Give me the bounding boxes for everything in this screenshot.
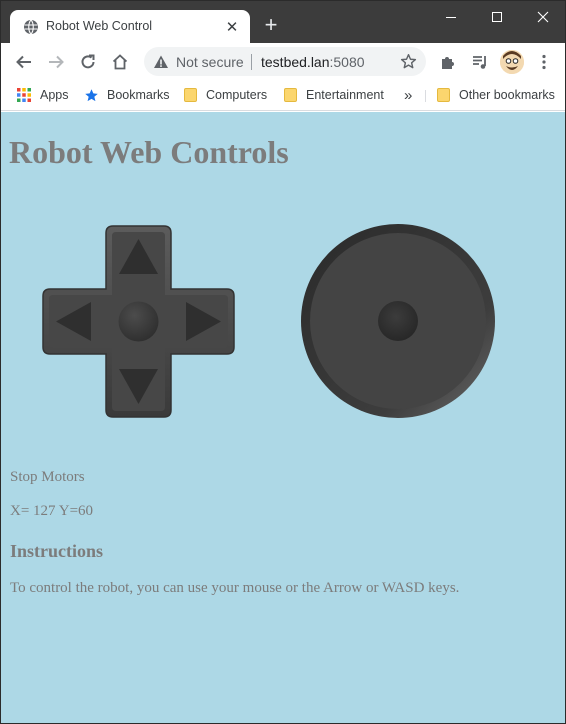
address-bar[interactable]: Not secure testbed.lan:5080 [144, 47, 426, 76]
puzzle-piece-icon [442, 57, 454, 69]
joystick-coordinates: X= 127 Y=60 [10, 503, 94, 519]
folder-icon [182, 87, 198, 103]
bookmark-computers[interactable]: Computers [182, 85, 267, 105]
tab-robot-web-control[interactable]: Robot Web Control ✕ [10, 10, 250, 43]
maximize-button[interactable] [474, 3, 520, 31]
warning-triangle-icon [154, 55, 168, 68]
bookmark-label: Entertainment [306, 88, 384, 102]
back-button[interactable] [10, 48, 38, 76]
arrow-left-icon [16, 55, 31, 69]
extensions-button[interactable] [434, 48, 462, 76]
profile-avatar[interactable] [500, 50, 524, 74]
bookmarks-divider [425, 90, 426, 102]
playlist-music-icon [473, 56, 486, 69]
stop-motors-button[interactable]: Stop Motors [10, 469, 85, 486]
browser-menu-button[interactable] [530, 48, 558, 76]
apps-grid-icon [16, 87, 32, 103]
star-outline-icon[interactable] [400, 53, 417, 70]
arrow-right-icon [49, 55, 64, 69]
bookmarks-overflow-button[interactable]: » [404, 85, 412, 105]
bookmark-other-bookmarks[interactable]: Other bookmarks [435, 85, 555, 105]
instructions-text: To control the robot, you can use your m… [10, 580, 460, 596]
minimize-icon [446, 17, 456, 18]
kebab-menu-icon [542, 54, 546, 70]
dpad-center [118, 301, 159, 342]
url-port: :5080 [329, 54, 365, 70]
browser-toolbar: Not secure testbed.lan:5080 [1, 43, 565, 80]
security-status[interactable]: Not secure [176, 54, 244, 70]
url-text[interactable]: testbed.lan:5080 [261, 54, 365, 70]
media-controls-button[interactable] [466, 48, 494, 76]
page-title: Robot Web Controls [9, 134, 289, 170]
tab-close-icon[interactable]: ✕ [223, 18, 241, 36]
home-icon [112, 54, 128, 70]
star-icon [83, 87, 99, 103]
maximize-icon [492, 12, 502, 22]
new-tab-button[interactable]: + [259, 14, 283, 38]
url-host: testbed.lan [261, 54, 330, 70]
joystick-knob[interactable] [378, 301, 418, 341]
tab-strip: Robot Web Control ✕ + [1, 1, 565, 43]
forward-button[interactable] [42, 48, 70, 76]
globe-icon [24, 19, 38, 35]
avatar-face-icon [500, 50, 524, 74]
reload-button[interactable] [74, 48, 102, 76]
tab-title: Robot Web Control [46, 19, 153, 33]
home-button[interactable] [106, 48, 134, 76]
omnibox-divider [251, 54, 252, 70]
bookmark-bookmarks[interactable]: Bookmarks [83, 85, 170, 105]
bookmark-label: Apps [40, 88, 69, 102]
joystick-control[interactable] [299, 222, 497, 420]
bookmark-label: Computers [206, 88, 268, 102]
browser-window: Robot Web Control ✕ + Not secure testbed… [0, 0, 566, 724]
reload-icon [81, 54, 95, 69]
minimize-button[interactable] [428, 3, 474, 31]
bookmark-entertainment[interactable]: Entertainment [282, 85, 384, 105]
bookmark-apps[interactable]: Apps [16, 85, 69, 105]
bookmark-label: Bookmarks [107, 88, 170, 102]
dpad-control[interactable] [41, 224, 236, 419]
bookmarks-bar: Apps Bookmarks Computers Entertainment »… [1, 80, 565, 111]
folder-icon [435, 87, 451, 103]
close-window-button[interactable] [520, 3, 565, 31]
page-content: Robot Web Controls Stop Motors X= 127 Y=… [1, 112, 565, 723]
instructions-heading: Instructions [10, 541, 104, 561]
folder-icon [282, 87, 298, 103]
bookmark-label: Other bookmarks [459, 88, 555, 102]
close-icon [537, 11, 549, 23]
